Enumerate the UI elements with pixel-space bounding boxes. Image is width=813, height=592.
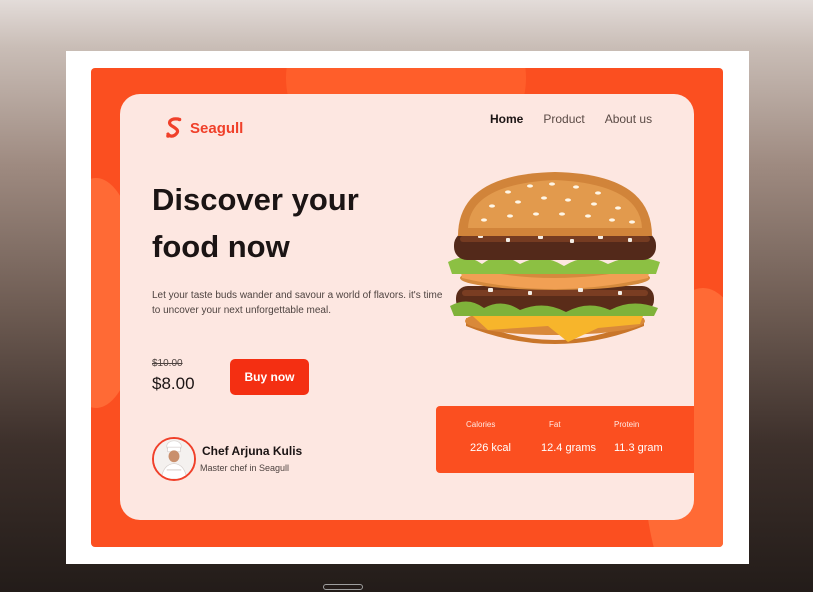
chef-avatar[interactable] bbox=[152, 437, 196, 481]
chef-name: Chef Arjuna Kulis bbox=[202, 444, 303, 458]
burger-image bbox=[448, 172, 660, 344]
seagull-logo-icon bbox=[166, 117, 182, 138]
chef-icon bbox=[154, 439, 194, 479]
nutrition-value: 11.3 gram bbox=[614, 442, 663, 454]
top-nav: Home Product About us bbox=[490, 112, 652, 126]
current-price: $8.00 bbox=[152, 374, 195, 393]
nutrition-label: Calories bbox=[466, 420, 496, 429]
chef-role: Master chef in Seagull bbox=[200, 463, 290, 473]
brand-name: Seagull bbox=[190, 119, 244, 137]
old-price: $10.00 bbox=[152, 358, 183, 369]
nutrition-label: Fat bbox=[549, 420, 561, 429]
hero-description: Let your taste buds wander and savour a … bbox=[152, 290, 443, 316]
nutrition-value: 226 kcal bbox=[470, 442, 511, 454]
brand-logo[interactable]: Seagull bbox=[164, 116, 243, 140]
home-indicator[interactable] bbox=[323, 584, 363, 590]
hero-title: Discover your food now bbox=[152, 182, 359, 264]
nutrition-panel: Calories 226 kcal Fat 12.4 grams Protein… bbox=[436, 406, 694, 473]
nutrition-label: Protein bbox=[614, 420, 640, 429]
nav-item-product[interactable]: Product bbox=[543, 112, 584, 126]
nutrition-value: 12.4 grams bbox=[541, 442, 597, 454]
nav-item-about-us[interactable]: About us bbox=[605, 112, 652, 126]
nav-item-home[interactable]: Home bbox=[490, 112, 523, 126]
buy-now-button[interactable]: Buy now bbox=[230, 359, 309, 395]
